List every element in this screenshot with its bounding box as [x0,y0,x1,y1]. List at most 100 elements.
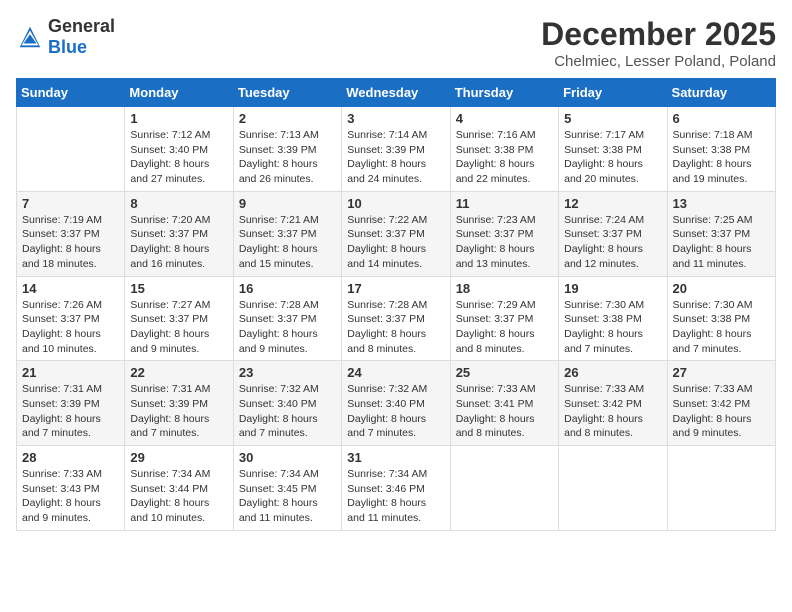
day-number: 22 [130,365,227,380]
day-number: 17 [347,281,444,296]
calendar-cell: 20 Sunrise: 7:30 AMSunset: 3:38 PMDayligh… [667,276,775,361]
calendar-cell: 9Sunrise: 7:21 AMSunset: 3:37 PMDaylight… [233,191,341,276]
day-info: Sunrise: 7:28 AMSunset: 3:37 PMDaylight:… [347,298,444,357]
day-info: Sunrise: 7:25 AMSunset: 3:37 PMDaylight:… [673,213,770,272]
calendar-cell: 30 Sunrise: 7:34 AMSunset: 3:45 PMDayligh… [233,446,341,531]
day-number: 20 [673,281,770,296]
day-number: 12 [564,196,661,211]
calendar-cell: 3 Sunrise: 7:14 AMSunset: 3:39 PMDaylight… [342,107,450,192]
day-number: 26 [564,365,661,380]
day-number: 30 [239,450,336,465]
day-info: Sunrise: 7:12 AMSunset: 3:40 PMDaylight:… [130,128,227,187]
day-info: Sunrise: 7:34 AMSunset: 3:44 PMDaylight:… [130,467,227,526]
day-number: 2 [239,111,336,126]
day-info: Sunrise: 7:16 AMSunset: 3:38 PMDaylight:… [456,128,553,187]
day-number: 28 [22,450,119,465]
page-header: General Blue December 2025 Chelmiec, Les… [16,16,776,70]
day-info: Sunrise: 7:26 AMSunset: 3:37 PMDaylight:… [22,298,119,357]
calendar-cell: 2Sunrise: 7:13 AMSunset: 3:39 PMDaylight… [233,107,341,192]
day-info: Sunrise: 7:30 AMSunset: 3:38 PMDaylight:… [673,298,770,357]
day-header-thursday: Thursday [450,79,558,107]
day-number: 6 [673,111,770,126]
day-number: 16 [239,281,336,296]
day-info: Sunrise: 7:30 AMSunset: 3:38 PMDaylight:… [564,298,661,357]
day-info: Sunrise: 7:33 AMSunset: 3:42 PMDaylight:… [673,382,770,441]
calendar-cell: 13Sunrise: 7:25 AMSunset: 3:37 PMDayligh… [667,191,775,276]
month-title: December 2025 [541,16,776,53]
day-header-monday: Monday [125,79,233,107]
day-info: Sunrise: 7:31 AMSunset: 3:39 PMDaylight:… [130,382,227,441]
day-number: 24 [347,365,444,380]
calendar-cell: 26 Sunrise: 7:33 AMSunset: 3:42 PMDayligh… [559,361,667,446]
day-number: 5 [564,111,661,126]
day-info: Sunrise: 7:29 AMSunset: 3:37 PMDaylight:… [456,298,553,357]
calendar-cell: 28 Sunrise: 7:33 AMSunset: 3:43 PMDayligh… [17,446,125,531]
calendar-cell: 10Sunrise: 7:22 AMSunset: 3:37 PMDayligh… [342,191,450,276]
week-row-3: 14 Sunrise: 7:26 AMSunset: 3:37 PMDayligh… [17,276,776,361]
week-row-2: 7 Sunrise: 7:19 AMSunset: 3:37 PMDaylight… [17,191,776,276]
day-header-sunday: Sunday [17,79,125,107]
day-number: 25 [456,365,553,380]
day-number: 3 [347,111,444,126]
logo-blue: Blue [48,37,87,57]
calendar-cell: 12 Sunrise: 7:24 AMSunset: 3:37 PMDayligh… [559,191,667,276]
day-info: Sunrise: 7:33 AMSunset: 3:41 PMDaylight:… [456,382,553,441]
week-row-5: 28 Sunrise: 7:33 AMSunset: 3:43 PMDayligh… [17,446,776,531]
calendar-cell: 4 Sunrise: 7:16 AMSunset: 3:38 PMDaylight… [450,107,558,192]
logo-text: General Blue [48,16,115,58]
calendar-cell: 19 Sunrise: 7:30 AMSunset: 3:38 PMDayligh… [559,276,667,361]
day-header-wednesday: Wednesday [342,79,450,107]
calendar-cell: 1 Sunrise: 7:12 AMSunset: 3:40 PMDaylight… [125,107,233,192]
calendar-cell: 8 Sunrise: 7:20 AMSunset: 3:37 PMDaylight… [125,191,233,276]
day-number: 18 [456,281,553,296]
calendar-cell: 29 Sunrise: 7:34 AMSunset: 3:44 PMDayligh… [125,446,233,531]
day-number: 29 [130,450,227,465]
day-number: 4 [456,111,553,126]
day-number: 15 [130,281,227,296]
calendar-cell: 17 Sunrise: 7:28 AMSunset: 3:37 PMDayligh… [342,276,450,361]
day-info: Sunrise: 7:27 AMSunset: 3:37 PMDaylight:… [130,298,227,357]
calendar-cell: 22 Sunrise: 7:31 AMSunset: 3:39 PMDayligh… [125,361,233,446]
day-info: Sunrise: 7:24 AMSunset: 3:37 PMDaylight:… [564,213,661,272]
day-number: 1 [130,111,227,126]
day-info: Sunrise: 7:32 AMSunset: 3:40 PMDaylight:… [347,382,444,441]
logo: General Blue [16,16,115,58]
day-number: 7 [22,196,119,211]
calendar-cell: 16Sunrise: 7:28 AMSunset: 3:37 PMDayligh… [233,276,341,361]
day-header-tuesday: Tuesday [233,79,341,107]
day-info: Sunrise: 7:21 AMSunset: 3:37 PMDaylight:… [239,213,336,272]
calendar-cell [667,446,775,531]
day-header-friday: Friday [559,79,667,107]
day-info: Sunrise: 7:23 AMSunset: 3:37 PMDaylight:… [456,213,553,272]
calendar-cell: 14 Sunrise: 7:26 AMSunset: 3:37 PMDayligh… [17,276,125,361]
day-number: 19 [564,281,661,296]
calendar-cell: 7 Sunrise: 7:19 AMSunset: 3:37 PMDaylight… [17,191,125,276]
day-info: Sunrise: 7:20 AMSunset: 3:37 PMDaylight:… [130,213,227,272]
location-title: Chelmiec, Lesser Poland, Poland [541,53,776,70]
week-row-4: 21Sunrise: 7:31 AMSunset: 3:39 PMDayligh… [17,361,776,446]
day-info: Sunrise: 7:14 AMSunset: 3:39 PMDaylight:… [347,128,444,187]
day-number: 11 [456,196,553,211]
day-number: 10 [347,196,444,211]
day-header-saturday: Saturday [667,79,775,107]
day-info: Sunrise: 7:32 AMSunset: 3:40 PMDaylight:… [239,382,336,441]
day-number: 8 [130,196,227,211]
day-info: Sunrise: 7:34 AMSunset: 3:45 PMDaylight:… [239,467,336,526]
logo-icon [16,23,44,51]
calendar-cell: 5Sunrise: 7:17 AMSunset: 3:38 PMDaylight… [559,107,667,192]
days-header-row: SundayMondayTuesdayWednesdayThursdayFrid… [17,79,776,107]
day-number: 14 [22,281,119,296]
week-row-1: 1 Sunrise: 7:12 AMSunset: 3:40 PMDaylight… [17,107,776,192]
calendar-cell: 31Sunrise: 7:34 AMSunset: 3:46 PMDayligh… [342,446,450,531]
title-block: December 2025 Chelmiec, Lesser Poland, P… [541,16,776,70]
day-info: Sunrise: 7:34 AMSunset: 3:46 PMDaylight:… [347,467,444,526]
day-info: Sunrise: 7:33 AMSunset: 3:43 PMDaylight:… [22,467,119,526]
calendar-cell: 18 Sunrise: 7:29 AMSunset: 3:37 PMDayligh… [450,276,558,361]
calendar-cell: 27Sunrise: 7:33 AMSunset: 3:42 PMDayligh… [667,361,775,446]
calendar-cell [559,446,667,531]
calendar-table: SundayMondayTuesdayWednesdayThursdayFrid… [16,78,776,531]
day-info: Sunrise: 7:19 AMSunset: 3:37 PMDaylight:… [22,213,119,272]
day-info: Sunrise: 7:33 AMSunset: 3:42 PMDaylight:… [564,382,661,441]
day-info: Sunrise: 7:31 AMSunset: 3:39 PMDaylight:… [22,382,119,441]
calendar-cell: 11 Sunrise: 7:23 AMSunset: 3:37 PMDayligh… [450,191,558,276]
